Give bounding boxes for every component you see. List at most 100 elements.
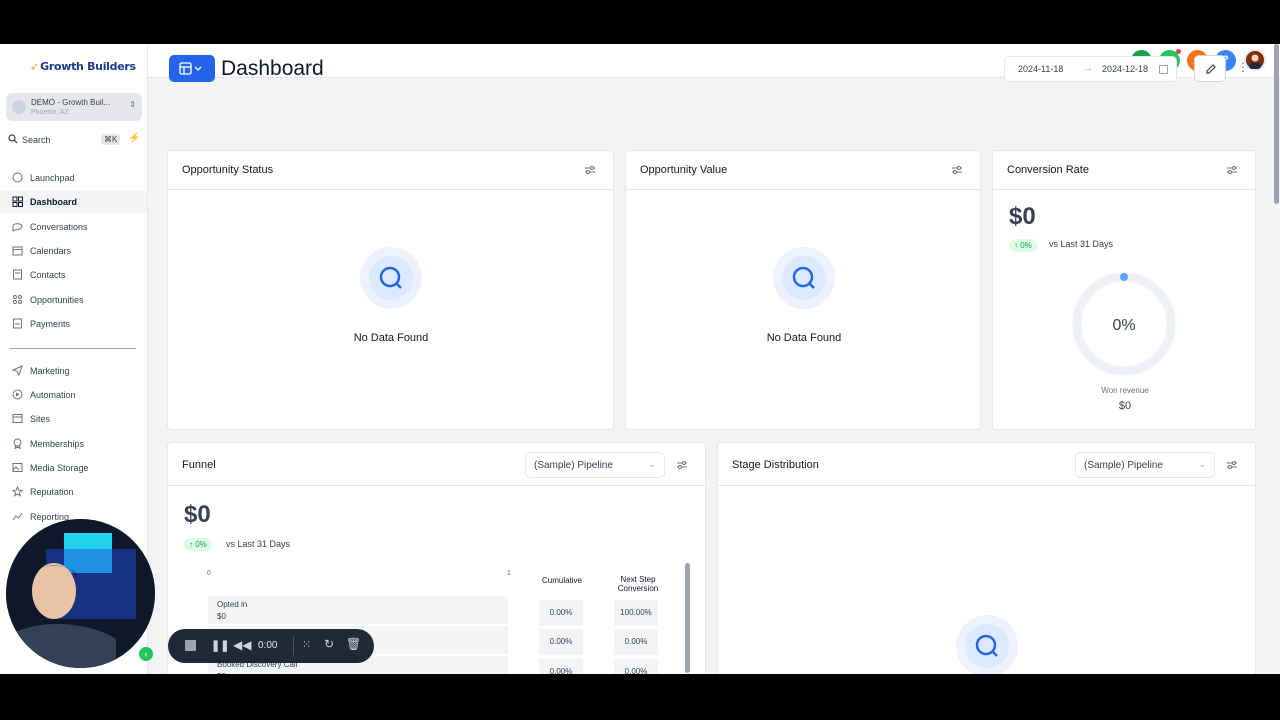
sidebar-item-label: Sites bbox=[30, 414, 51, 424]
sidebar-item-calendars[interactable]: Calendars bbox=[0, 240, 147, 262]
account-avatar bbox=[12, 100, 26, 114]
next-step-cell: 100.00% bbox=[614, 600, 658, 626]
sites-icon bbox=[12, 414, 23, 423]
payments-icon bbox=[13, 318, 22, 329]
funnel-value: $0 bbox=[184, 501, 211, 528]
date-start[interactable]: 2024-11-18 bbox=[1018, 64, 1063, 74]
arrow-right-icon: → bbox=[1083, 63, 1093, 74]
change-badge: ↑ 0% bbox=[1009, 239, 1037, 252]
conversion-value: $0 bbox=[1009, 203, 1036, 230]
sidebar-item-label: Conversations bbox=[30, 222, 88, 232]
card-header: Stage Distribution (Sample) Pipeline ⌄ bbox=[718, 443, 1255, 486]
card-header: Opportunity Value bbox=[626, 151, 980, 190]
sidebar-item-label: Launchpad bbox=[30, 173, 75, 183]
award-icon bbox=[13, 438, 22, 449]
next-step-header: Next Step Conversion bbox=[617, 575, 659, 593]
opportunity-status-card: Opportunity Status No Data Found bbox=[167, 150, 614, 430]
stage-value: $0 bbox=[217, 612, 226, 621]
collapse-sidebar-icon[interactable]: ‹ bbox=[139, 647, 153, 661]
cumulative-cell: 0.00% bbox=[539, 629, 583, 655]
sidebar-item-label: Marketing bbox=[30, 366, 70, 376]
calendar-icon[interactable] bbox=[1159, 65, 1168, 74]
page-scrollbar[interactable] bbox=[1274, 44, 1279, 204]
stop-icon[interactable] bbox=[185, 640, 196, 651]
filter-icon[interactable] bbox=[951, 164, 963, 176]
sidebar-item-label: Dashboard bbox=[30, 197, 78, 207]
webcam-overlay[interactable] bbox=[6, 519, 155, 668]
grid-icon bbox=[12, 196, 23, 207]
card-header: Opportunity Status bbox=[168, 151, 613, 190]
send-icon bbox=[12, 365, 23, 376]
sidebar-item-label: Opportunities bbox=[30, 295, 84, 305]
card-header: Conversion Rate bbox=[993, 151, 1255, 190]
card-header: Funnel (Sample) Pipeline ⌄ bbox=[168, 443, 705, 486]
contacts-icon bbox=[13, 269, 22, 280]
sidebar-item-payments[interactable]: Payments bbox=[0, 313, 147, 335]
no-data-text: No Data Found bbox=[766, 332, 842, 344]
more-options-icon[interactable]: ⋮ bbox=[1237, 60, 1249, 74]
account-location: Phoenix, AZ bbox=[31, 109, 69, 116]
search-label: Search bbox=[22, 135, 51, 145]
dashboard-switcher-button[interactable] bbox=[169, 55, 215, 82]
logo-swoosh-icon: ➶ bbox=[30, 62, 39, 73]
sidebar-item-media-storage[interactable]: Media Storage bbox=[0, 457, 147, 479]
sidebar-search[interactable]: Search ⌘K ⚡ bbox=[8, 133, 140, 149]
won-revenue-value: $0 bbox=[1118, 400, 1132, 412]
sidebar-item-reputation[interactable]: Reputation bbox=[0, 481, 147, 503]
search-shortcut: ⌘K bbox=[101, 134, 121, 145]
rewind-icon[interactable]: ◀◀ bbox=[233, 638, 251, 652]
sidebar-item-opportunities[interactable]: Opportunities bbox=[0, 289, 147, 311]
sidebar-item-label: Automation bbox=[30, 390, 76, 400]
funnel-row: Opted in $0 bbox=[208, 596, 508, 624]
calendar-icon bbox=[12, 246, 23, 256]
sidebar-divider bbox=[10, 348, 136, 349]
restart-icon[interactable]: ↻ bbox=[324, 637, 334, 651]
empty-search-icon bbox=[773, 247, 835, 309]
date-range-picker[interactable]: 2024-11-18 → 2024-12-18 bbox=[1004, 56, 1177, 82]
date-end[interactable]: 2024-12-18 bbox=[1102, 64, 1148, 74]
sidebar-item-marketing[interactable]: Marketing bbox=[0, 360, 147, 382]
sidebar-item-automation[interactable]: Automation bbox=[0, 384, 147, 406]
card-title: Funnel bbox=[182, 459, 216, 471]
card-title: Opportunity Status bbox=[182, 164, 274, 176]
cumulative-header: Cumulative bbox=[541, 576, 582, 585]
conversion-rate-card: Conversion Rate $0 ↑ 0% vs Last 31 Days … bbox=[992, 150, 1256, 430]
card-title: Opportunity Value bbox=[640, 164, 728, 176]
logo[interactable]: ➶ Growth Builders bbox=[30, 60, 136, 73]
pipeline-select-value: (Sample) Pipeline bbox=[1084, 460, 1163, 471]
sidebar-item-dashboard[interactable]: Dashboard bbox=[0, 191, 147, 213]
sidebar-item-sites[interactable]: Sites bbox=[0, 408, 147, 430]
axis-min: 0 bbox=[207, 570, 211, 577]
sidebar-item-memberships[interactable]: Memberships bbox=[0, 433, 147, 455]
sidebar-item-label: Reputation bbox=[30, 487, 74, 497]
pipeline-select-value: (Sample) Pipeline bbox=[534, 460, 613, 471]
account-switcher[interactable]: DEMO - Growth Buil... Phoenix, AZ ⇕ bbox=[6, 93, 142, 121]
filter-icon[interactable] bbox=[584, 164, 596, 176]
axis-max: 1 bbox=[507, 570, 511, 577]
gauge-indicator bbox=[1120, 273, 1128, 281]
funnel-scrollbar[interactable] bbox=[685, 563, 690, 673]
letterbox-bottom bbox=[0, 674, 1280, 720]
filter-icon[interactable] bbox=[1226, 459, 1238, 471]
filter-icon[interactable] bbox=[676, 459, 688, 471]
chevron-updown-icon: ⇕ bbox=[129, 100, 136, 109]
opportunities-icon bbox=[13, 295, 22, 304]
empty-search-icon bbox=[956, 615, 1018, 677]
logo-text: Growth Builders bbox=[40, 60, 136, 73]
sidebar-item-launchpad[interactable]: Launchpad bbox=[0, 167, 147, 189]
lightning-icon[interactable]: ⚡ bbox=[128, 133, 140, 144]
grid-dots-icon[interactable]: ⁙ bbox=[302, 638, 311, 651]
stage-name: Opted in bbox=[217, 600, 248, 609]
edit-dashboard-button[interactable] bbox=[1194, 55, 1226, 82]
pipeline-select[interactable]: (Sample) Pipeline ⌄ bbox=[525, 452, 665, 478]
card-title: Conversion Rate bbox=[1007, 164, 1089, 176]
recording-toolbar: ❚❚ ◀◀ 0:00 ⁙ ↻ 🗑 bbox=[168, 629, 374, 663]
gauge-value: 0% bbox=[1112, 317, 1135, 334]
sidebar-item-contacts[interactable]: Contacts bbox=[0, 264, 147, 286]
pause-icon[interactable]: ❚❚ bbox=[211, 639, 229, 652]
opportunity-value-card: Opportunity Value No Data Found bbox=[625, 150, 981, 430]
sidebar-item-conversations[interactable]: Conversations bbox=[0, 216, 147, 238]
trash-icon[interactable]: 🗑 bbox=[346, 637, 361, 651]
filter-icon[interactable] bbox=[1226, 164, 1238, 176]
pipeline-select[interactable]: (Sample) Pipeline ⌄ bbox=[1075, 452, 1215, 478]
